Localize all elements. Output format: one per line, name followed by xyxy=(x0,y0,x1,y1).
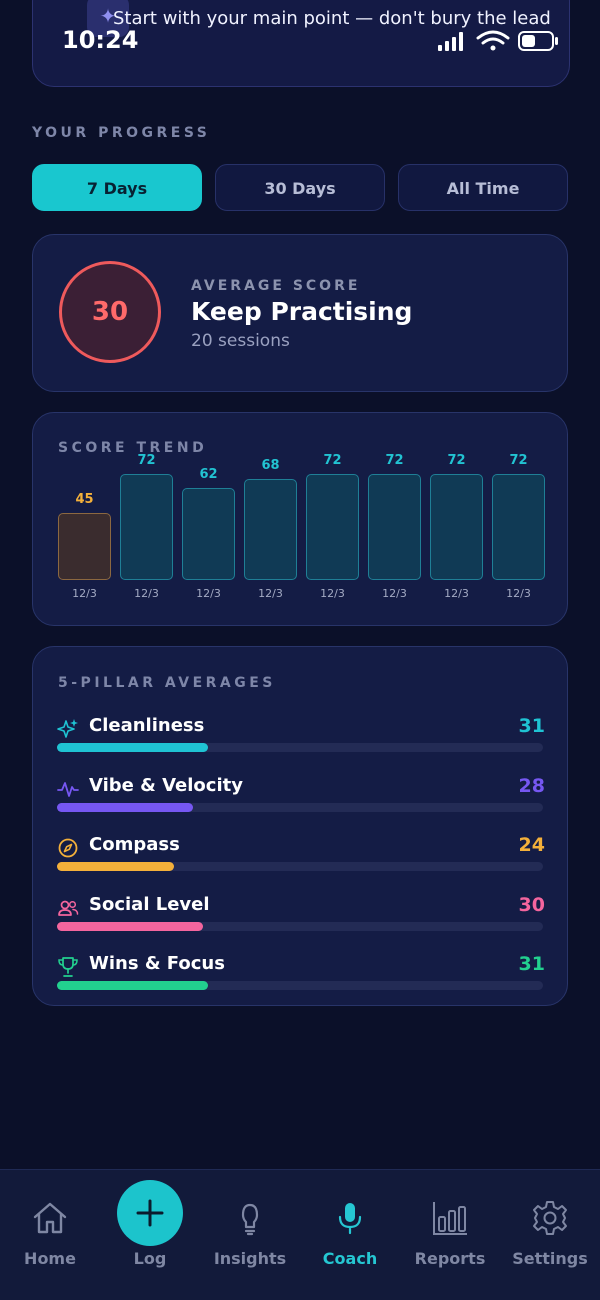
average-score-title: Keep Practising xyxy=(191,297,413,326)
pillar-name: Compass xyxy=(89,834,180,855)
nav-label: Coach xyxy=(322,1249,378,1268)
bar-date-label: 12/3 xyxy=(196,587,221,600)
plus-icon xyxy=(136,1199,164,1227)
score-trend-card: SCORE TREND 45 12/3 72 12/3 62 12/3 68 12/3 72 12… xyxy=(32,412,568,626)
pillar-track xyxy=(57,981,543,990)
wifi-icon xyxy=(476,30,510,51)
bar-value-label: 68 xyxy=(261,458,280,473)
bar-value-label: 72 xyxy=(447,453,466,468)
nav-label: Home xyxy=(24,1249,76,1268)
lightbulb-icon xyxy=(241,1203,259,1236)
tab-30-days[interactable]: 30 Days xyxy=(215,164,385,211)
pillar-row-compass[interactable]: Compass 24 xyxy=(57,834,545,879)
pillar-value: 31 xyxy=(518,953,545,975)
pillar-row-vibe-velocity[interactable]: Vibe & Velocity 28 xyxy=(57,775,545,820)
nav-label: Log xyxy=(133,1249,167,1268)
bar-value-label: 72 xyxy=(137,453,156,468)
pillar-averages-heading: 5-PILLAR AVERAGES xyxy=(58,675,276,691)
pillar-fill xyxy=(57,922,203,931)
trophy-icon xyxy=(58,957,78,977)
status-time: 10:24 xyxy=(62,26,139,54)
pillar-value: 24 xyxy=(518,834,545,856)
log-button[interactable] xyxy=(117,1180,183,1246)
bar-value-label: 72 xyxy=(385,453,404,468)
trend-bar[interactable] xyxy=(430,474,483,580)
pillar-fill xyxy=(57,862,174,871)
pillar-row-social-level[interactable]: Social Level 30 xyxy=(57,894,545,939)
users-icon xyxy=(58,900,79,916)
pillar-name: Social Level xyxy=(89,894,210,915)
tab-7-days[interactable]: 7 Days xyxy=(32,164,202,211)
pillar-name: Cleanliness xyxy=(89,715,205,736)
progress-heading: YOUR PROGRESS xyxy=(32,125,211,141)
pillar-row-wins-focus[interactable]: Wins & Focus 31 xyxy=(57,953,545,998)
nav-log[interactable]: Log xyxy=(100,1170,200,1300)
pillar-track xyxy=(57,922,543,931)
signal-icon xyxy=(438,32,463,51)
bar-date-label: 12/3 xyxy=(444,587,469,600)
pulse-icon xyxy=(57,782,79,797)
nav-home[interactable]: Home xyxy=(0,1170,100,1300)
pillar-track xyxy=(57,862,543,871)
nav-label: Settings xyxy=(512,1249,588,1268)
bar-date-label: 12/3 xyxy=(72,587,97,600)
pillar-fill xyxy=(57,743,208,752)
nav-settings[interactable]: Settings xyxy=(500,1170,600,1300)
trend-bar[interactable] xyxy=(492,474,545,580)
pillar-row-cleanliness[interactable]: Cleanliness 31 xyxy=(57,715,545,760)
nav-reports[interactable]: Reports xyxy=(400,1170,500,1300)
sessions-count: 20 sessions xyxy=(191,331,290,351)
score-ring: 30 xyxy=(59,261,161,363)
microphone-icon xyxy=(338,1203,362,1235)
compass-icon xyxy=(58,838,78,858)
trend-bar[interactable] xyxy=(120,474,173,580)
pillar-fill xyxy=(57,803,194,812)
pillar-value: 31 xyxy=(518,715,545,737)
home-icon xyxy=(33,1202,67,1234)
pillar-name: Vibe & Velocity xyxy=(89,775,243,796)
bar-date-label: 12/3 xyxy=(506,587,531,600)
status-icons xyxy=(438,30,558,51)
trend-bar[interactable] xyxy=(368,474,421,580)
bar-chart-icon xyxy=(433,1202,467,1235)
trend-bar[interactable] xyxy=(306,474,359,580)
bar-value-label: 72 xyxy=(323,453,342,468)
pillar-value: 28 xyxy=(518,775,545,797)
trend-bar[interactable] xyxy=(244,479,297,580)
pillar-value: 30 xyxy=(518,894,545,916)
bar-date-label: 12/3 xyxy=(382,587,407,600)
pillar-track xyxy=(57,743,543,752)
pillar-track xyxy=(57,803,543,812)
bar-value-label: 45 xyxy=(75,492,94,507)
pillar-fill xyxy=(57,981,208,990)
bar-date-label: 12/3 xyxy=(258,587,283,600)
nav-insights[interactable]: Insights xyxy=(200,1170,300,1300)
bar-date-label: 12/3 xyxy=(134,587,159,600)
pillar-name: Wins & Focus xyxy=(89,953,225,974)
nav-label: Insights xyxy=(213,1249,287,1268)
average-score-label: AVERAGE SCORE xyxy=(191,278,361,294)
trend-bar[interactable] xyxy=(58,513,111,580)
average-score-card: 30 AVERAGE SCORE Keep Practising 20 sess… xyxy=(32,234,568,392)
sparkles-icon xyxy=(57,719,78,738)
battery-icon xyxy=(518,31,558,51)
trend-bar[interactable] xyxy=(182,488,235,580)
tab-all-time[interactable]: All Time xyxy=(398,164,568,211)
pillar-averages-card: 5-PILLAR AVERAGES Cleanliness 31 Vibe & … xyxy=(32,646,568,1006)
bottom-nav: Home Log Insights Coach Reports Settings xyxy=(0,1169,600,1300)
gear-icon xyxy=(533,1201,567,1235)
bar-value-label: 72 xyxy=(509,453,528,468)
bar-date-label: 12/3 xyxy=(320,587,345,600)
nav-label: Reports xyxy=(414,1249,486,1268)
bar-value-label: 62 xyxy=(199,467,218,482)
nav-coach[interactable]: Coach xyxy=(300,1170,400,1300)
